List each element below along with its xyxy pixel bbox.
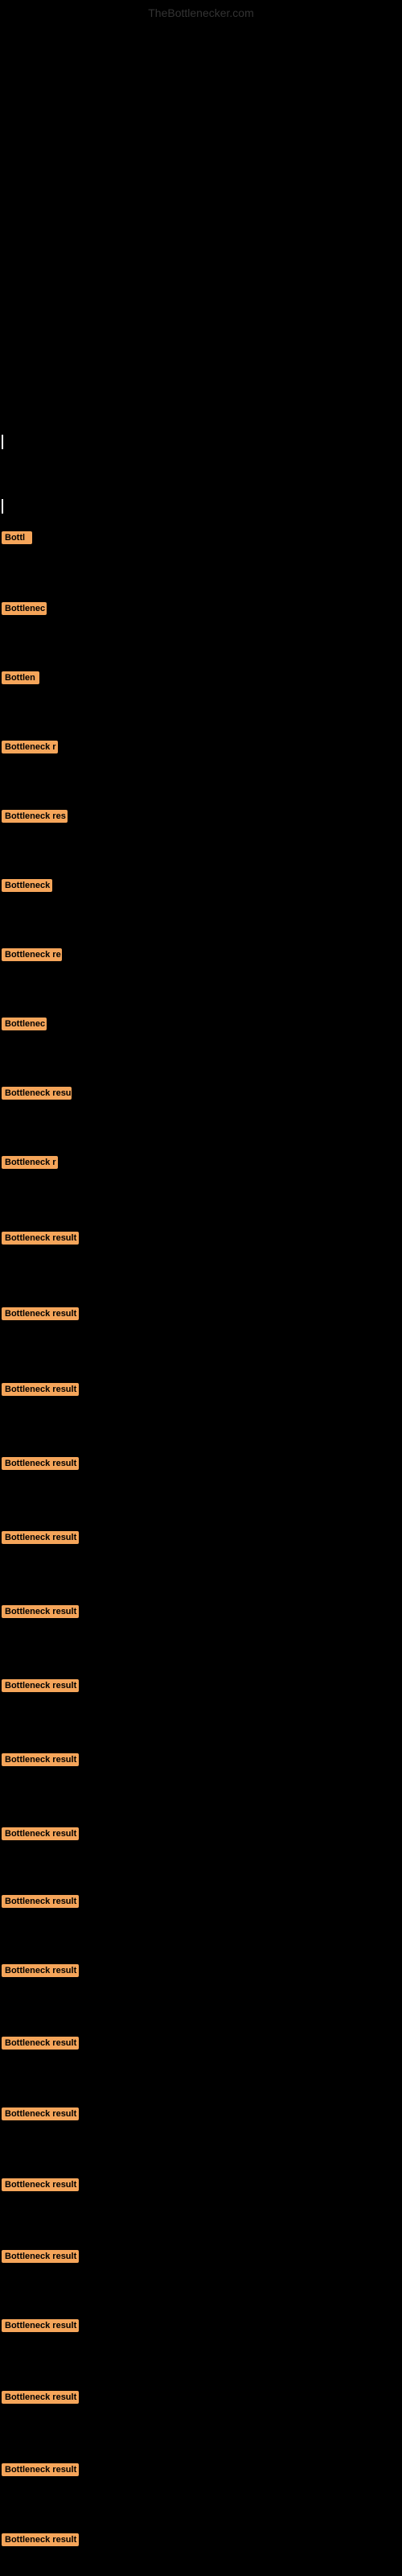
bottleneck-result-item-14[interactable]: Bottleneck result bbox=[2, 1457, 79, 1470]
bottleneck-result-item-19[interactable]: Bottleneck result bbox=[2, 1827, 79, 1840]
bottleneck-result-item-18[interactable]: Bottleneck result bbox=[2, 1753, 79, 1766]
bottleneck-result-item-17[interactable]: Bottleneck result bbox=[2, 1679, 79, 1692]
bottleneck-result-item-5[interactable]: Bottleneck res bbox=[2, 810, 68, 823]
bottleneck-result-item-24[interactable]: Bottleneck result bbox=[2, 2178, 79, 2191]
cursor-bar-2 bbox=[2, 499, 3, 514]
bottleneck-result-item-6[interactable]: Bottleneck bbox=[2, 879, 52, 892]
bottleneck-result-item-2[interactable]: Bottlenec bbox=[2, 602, 47, 615]
bottleneck-result-item-25[interactable]: Bottleneck result bbox=[2, 2250, 79, 2263]
site-title: TheBottlenecker.com bbox=[148, 6, 254, 19]
bottleneck-result-item-11[interactable]: Bottleneck result bbox=[2, 1232, 79, 1245]
bottleneck-result-item-21[interactable]: Bottleneck result bbox=[2, 1964, 79, 1977]
bottleneck-result-item-15[interactable]: Bottleneck result bbox=[2, 1531, 79, 1544]
bottleneck-result-item-26[interactable]: Bottleneck result bbox=[2, 2319, 79, 2332]
bottleneck-result-item-4[interactable]: Bottleneck r bbox=[2, 741, 58, 753]
bottleneck-result-item-27[interactable]: Bottleneck result bbox=[2, 2391, 79, 2404]
bottleneck-result-item-16[interactable]: Bottleneck result bbox=[2, 1605, 79, 1618]
bottleneck-result-item-1[interactable]: Bottl bbox=[2, 531, 32, 544]
bottleneck-result-item-7[interactable]: Bottleneck re bbox=[2, 948, 62, 961]
bottleneck-result-item-3[interactable]: Bottlen bbox=[2, 671, 39, 684]
bottleneck-result-item-28[interactable]: Bottleneck result bbox=[2, 2463, 79, 2476]
bottleneck-result-item-8[interactable]: Bottlenec bbox=[2, 1018, 47, 1030]
bottleneck-result-item-23[interactable]: Bottleneck result bbox=[2, 2107, 79, 2120]
bottleneck-result-item-12[interactable]: Bottleneck result bbox=[2, 1307, 79, 1320]
bottleneck-result-item-29[interactable]: Bottleneck result bbox=[2, 2533, 79, 2546]
cursor-bar-1 bbox=[2, 435, 3, 449]
bottleneck-result-item-9[interactable]: Bottleneck resu bbox=[2, 1087, 72, 1100]
bottleneck-result-item-20[interactable]: Bottleneck result bbox=[2, 1895, 79, 1908]
bottleneck-result-item-13[interactable]: Bottleneck result bbox=[2, 1383, 79, 1396]
bottleneck-result-item-22[interactable]: Bottleneck result bbox=[2, 2037, 79, 2050]
bottleneck-result-item-10[interactable]: Bottleneck r bbox=[2, 1156, 58, 1169]
